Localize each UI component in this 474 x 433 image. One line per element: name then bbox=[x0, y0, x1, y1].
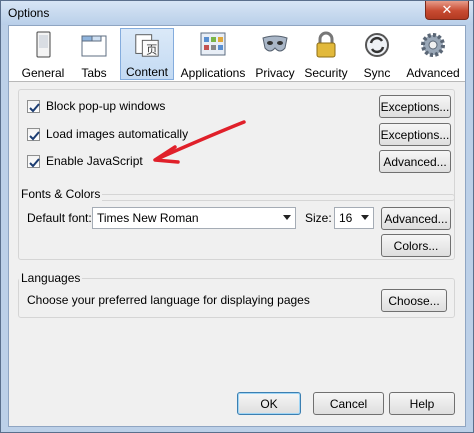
default-font-select[interactable]: Times New Roman bbox=[92, 207, 296, 229]
tab-sync[interactable]: Sync bbox=[358, 28, 396, 80]
tab-security[interactable]: Security bbox=[303, 28, 349, 80]
general-icon bbox=[36, 31, 51, 58]
gear-icon bbox=[421, 33, 445, 57]
tab-privacy-label: Privacy bbox=[255, 66, 295, 80]
chevron-down-icon bbox=[361, 215, 369, 220]
tab-tabs[interactable]: Tabs bbox=[73, 28, 115, 80]
languages-description: Choose your preferred language for displ… bbox=[27, 293, 310, 307]
close-icon: ✕ bbox=[441, 2, 453, 18]
tab-sync-label: Sync bbox=[363, 66, 391, 80]
colors-button[interactable]: Colors... bbox=[381, 234, 451, 257]
block-popups-label: Block pop-up windows bbox=[46, 99, 166, 113]
help-button[interactable]: Help bbox=[389, 392, 455, 415]
tabs-icon bbox=[81, 35, 107, 57]
sync-icon bbox=[365, 33, 389, 57]
tab-general-label: General bbox=[21, 66, 65, 80]
checkmark-icon bbox=[29, 157, 40, 167]
title-bar[interactable]: Options ✕ bbox=[1, 1, 473, 25]
enable-javascript-checkbox[interactable] bbox=[27, 154, 40, 168]
tab-applications-label: Applications bbox=[180, 66, 246, 80]
languages-heading: Languages bbox=[19, 271, 83, 285]
popup-exceptions-button[interactable]: Exceptions... bbox=[379, 95, 451, 118]
block-popups-option[interactable]: Block pop-up windows bbox=[27, 99, 165, 113]
default-font-label: Default font: bbox=[27, 211, 92, 225]
fonts-advanced-button[interactable]: Advanced... bbox=[381, 207, 451, 230]
padlock-icon bbox=[316, 31, 336, 58]
ok-button[interactable]: OK bbox=[237, 392, 301, 415]
block-popups-checkbox[interactable] bbox=[27, 99, 40, 113]
applications-icon bbox=[200, 32, 226, 56]
tab-security-label: Security bbox=[304, 66, 348, 80]
options-window: Options ✕ General Tabs 页 Content Applica… bbox=[0, 0, 474, 433]
choose-language-button[interactable]: Choose... bbox=[381, 289, 447, 312]
tab-advanced[interactable]: Advanced bbox=[404, 28, 462, 80]
checkmark-icon bbox=[29, 102, 40, 112]
size-label: Size: bbox=[305, 211, 332, 225]
images-exceptions-button[interactable]: Exceptions... bbox=[379, 123, 451, 146]
privacy-mask-icon bbox=[262, 35, 288, 52]
default-font-value: Times New Roman bbox=[97, 211, 199, 225]
tab-advanced-label: Advanced bbox=[406, 66, 460, 80]
tab-tabs-label: Tabs bbox=[81, 66, 107, 80]
checkmark-icon bbox=[29, 130, 40, 140]
window-title: Options bbox=[8, 6, 50, 20]
tab-general[interactable]: General bbox=[15, 28, 71, 80]
category-toolbar: General Tabs 页 Content Applications Priv… bbox=[9, 26, 465, 82]
load-images-checkbox[interactable] bbox=[27, 127, 40, 141]
annotation-arrow bbox=[153, 120, 246, 164]
font-size-value: 16 bbox=[339, 211, 353, 225]
cancel-button[interactable]: Cancel bbox=[313, 392, 384, 415]
chevron-down-icon bbox=[283, 215, 291, 220]
fonts-colors-heading: Fonts & Colors bbox=[19, 187, 103, 201]
tab-applications[interactable]: Applications bbox=[180, 28, 246, 80]
tab-content[interactable]: 页 Content bbox=[120, 28, 174, 80]
javascript-advanced-button[interactable]: Advanced... bbox=[379, 150, 451, 173]
enable-javascript-label: Enable JavaScript bbox=[46, 154, 143, 168]
font-size-select[interactable]: 16 bbox=[334, 207, 374, 229]
dialog-client: General Tabs 页 Content Applications Priv… bbox=[8, 25, 466, 427]
content-icon: 页 bbox=[135, 34, 159, 57]
enable-javascript-option[interactable]: Enable JavaScript bbox=[27, 154, 143, 168]
tab-content-label: Content bbox=[125, 65, 169, 79]
close-button[interactable]: ✕ bbox=[425, 1, 469, 20]
tab-privacy[interactable]: Privacy bbox=[253, 28, 297, 80]
svg-text:页: 页 bbox=[146, 43, 157, 56]
